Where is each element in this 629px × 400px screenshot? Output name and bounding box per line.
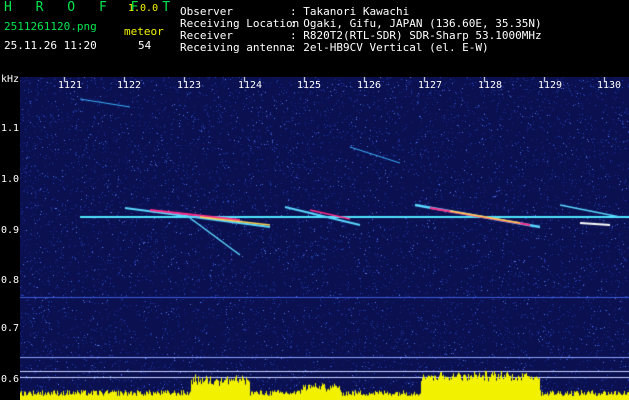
- x-tick-label: 1123: [177, 80, 202, 91]
- antenna-value: : 2el-HB9CV Vertical (el. E-W): [290, 41, 489, 54]
- y-axis-unit: kHz: [1, 74, 20, 85]
- y-tick-label: 1.1: [1, 123, 20, 134]
- image-filename: 2511261120.png: [4, 20, 97, 33]
- x-tick-label: 1121: [58, 80, 83, 91]
- y-tick-label: 0.7: [1, 323, 20, 334]
- x-tick-label: 1122: [117, 80, 142, 91]
- antenna-label: Receiving antenna: [180, 41, 293, 54]
- x-tick-label: 1125: [297, 80, 322, 91]
- x-tick-label: 1124: [238, 80, 263, 91]
- app-version: 1.0.0: [128, 3, 159, 14]
- y-tick-label: 0.8: [1, 275, 20, 286]
- x-tick-label: 1130: [597, 80, 622, 91]
- y-tick-label: 1.0: [1, 174, 20, 185]
- x-tick-label: 1127: [418, 80, 443, 91]
- y-tick-label: 0.9: [1, 225, 20, 236]
- y-tick-label: 0.6: [1, 374, 20, 385]
- meteor-label: meteor: [124, 25, 164, 38]
- x-tick-label: 1126: [357, 80, 382, 91]
- x-tick-label: 1129: [538, 80, 563, 91]
- observation-datetime: 25.11.26 11:20: [4, 39, 97, 52]
- spectrogram-canvas: [20, 77, 629, 400]
- x-tick-label: 1128: [478, 80, 503, 91]
- meteor-count: 54: [138, 39, 152, 52]
